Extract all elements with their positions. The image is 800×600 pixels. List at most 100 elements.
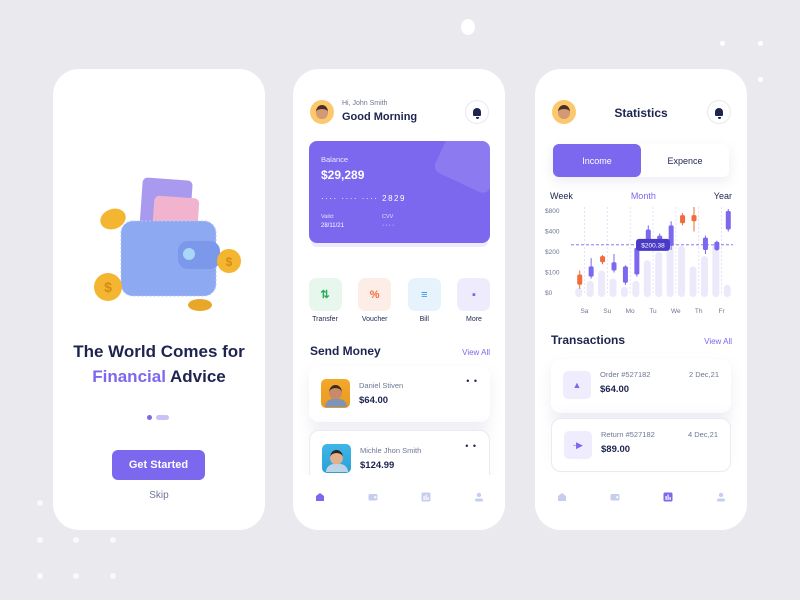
home-icon[interactable]: [557, 492, 567, 502]
volume-bar: [700, 256, 708, 297]
grid-icon: ▪: [457, 278, 491, 311]
more-options-icon[interactable]: • •: [465, 441, 477, 451]
bg-dot: [73, 537, 79, 543]
profile-icon[interactable]: [716, 492, 726, 502]
y-tick-label: $800: [545, 208, 560, 215]
wallet-icon[interactable]: [368, 492, 378, 502]
bill-icon: ≡: [407, 278, 441, 311]
candle-body: [577, 274, 583, 285]
bg-dot: [37, 500, 43, 506]
contact-photo: [321, 379, 350, 408]
x-tick-label: We: [671, 308, 681, 315]
x-tick-label: Fr: [719, 308, 726, 315]
contact-item[interactable]: Daniel Stiven $64.00 • •: [309, 366, 490, 422]
contact-amount: $124.99: [360, 460, 395, 471]
volume-bar: [575, 287, 583, 297]
cvv-label: CVV: [382, 214, 394, 220]
page-dot[interactable]: [156, 415, 169, 420]
view-all-link[interactable]: View All: [704, 337, 732, 346]
skip-link[interactable]: Skip: [53, 490, 265, 501]
volume-bar: [586, 280, 594, 297]
transaction-label: Return #527182: [601, 430, 655, 439]
contact-amount: $64.00: [359, 395, 389, 406]
volume-bar: [609, 278, 617, 297]
balance-card[interactable]: Balance $29,289 ···· ···· ···· 2829 Vail…: [309, 141, 490, 243]
arrow-right-icon: -▶: [564, 431, 592, 459]
transaction-amount: $64.00: [600, 384, 630, 395]
avatar[interactable]: [310, 100, 334, 124]
period-week[interactable]: Week: [550, 191, 573, 201]
balance-label: Balance: [321, 155, 349, 164]
svg-text:$: $: [226, 255, 233, 269]
notification-button[interactable]: [707, 100, 731, 124]
income-expense-toggle: Income Expence: [553, 144, 729, 177]
candle-body: [714, 241, 720, 250]
balance-value: $29,289: [321, 168, 365, 182]
period-year[interactable]: Year: [714, 191, 732, 201]
transfer-icon: ⇅: [308, 278, 342, 311]
volume-bar: [655, 252, 663, 297]
x-tick-label: Th: [695, 308, 703, 315]
action-voucher[interactable]: % Voucher: [358, 278, 392, 323]
bottom-nav: [535, 475, 747, 530]
tab-expense[interactable]: Expence: [641, 144, 729, 177]
bg-dot: [110, 573, 116, 579]
greeting-name: Hi, John Smith: [342, 100, 388, 107]
candle-body: [702, 237, 708, 250]
page-indicator: [147, 415, 169, 420]
bg-dot: [73, 573, 79, 579]
view-all-link[interactable]: View All: [462, 348, 490, 357]
transaction-date: 2 Dec,21: [688, 370, 719, 379]
cvv-value: ····: [382, 222, 396, 229]
more-options-icon[interactable]: • •: [466, 376, 478, 386]
action-transfer[interactable]: ⇅ Transfer: [308, 278, 342, 323]
notification-button[interactable]: [465, 100, 489, 124]
wallet-illustration: $ $: [94, 177, 241, 311]
bg-dot: [110, 537, 116, 543]
x-tick-label: Sa: [580, 308, 588, 315]
y-tick-label: $400: [545, 229, 560, 236]
transactions-title: Transactions: [551, 333, 626, 347]
x-tick-label: Su: [603, 308, 611, 315]
volume-bar: [689, 266, 697, 297]
tab-income[interactable]: Income: [553, 144, 641, 177]
y-tick-label: $0: [545, 290, 553, 297]
x-tick-label: Mo: [626, 308, 635, 315]
bottom-nav: [293, 475, 505, 530]
bg-dot: [37, 573, 43, 579]
candle-body: [634, 247, 640, 275]
page-dot-active[interactable]: [147, 415, 152, 420]
upload-icon: ▲: [563, 371, 591, 399]
volume-bar: [712, 243, 720, 297]
get-started-button[interactable]: Get Started: [112, 450, 205, 480]
volume-bar: [643, 260, 651, 297]
transaction-item[interactable]: ▲ Order #527182 2 Dec,21 $64.00: [551, 359, 731, 413]
action-more[interactable]: ▪ More: [457, 278, 491, 323]
period-month[interactable]: Month: [631, 191, 656, 201]
valid-value: 28/11/21: [321, 223, 344, 229]
home-icon[interactable]: [315, 492, 325, 502]
candle-body: [680, 215, 686, 224]
transaction-label: Order #527182: [600, 370, 651, 379]
volume-bar: [632, 280, 640, 297]
bg-dot: [720, 41, 725, 46]
stats-icon[interactable]: [663, 492, 673, 502]
stats-icon[interactable]: [421, 492, 431, 502]
profile-icon[interactable]: [474, 492, 484, 502]
candle-body: [725, 211, 731, 230]
onboarding-title: The World Comes for Financial Advice: [73, 342, 245, 386]
quick-actions: ⇅ Transfer % Voucher ≡ Bill ▪ More: [308, 278, 491, 323]
period-selector: Week Month Year: [550, 191, 732, 201]
voucher-icon: %: [358, 278, 392, 311]
wallet-icon[interactable]: [610, 492, 620, 502]
action-bill[interactable]: ≡ Bill: [407, 278, 441, 323]
contact-name: Michle Jhon Smith: [360, 446, 422, 455]
greeting: Good Morning: [342, 111, 418, 123]
candle-body: [622, 266, 628, 283]
transaction-item[interactable]: -▶ Return #527182 4 Dec,21 $89.00: [551, 418, 731, 472]
income-chart: $0 $100 $200 $400 $800 Sa Su Mo Tu We Th Fr $200.38: [545, 207, 733, 315]
volume-bar: [723, 284, 731, 297]
contact-name: Daniel Stiven: [359, 381, 404, 390]
candle-body: [600, 256, 606, 263]
transaction-date: 4 Dec,21: [687, 430, 718, 439]
